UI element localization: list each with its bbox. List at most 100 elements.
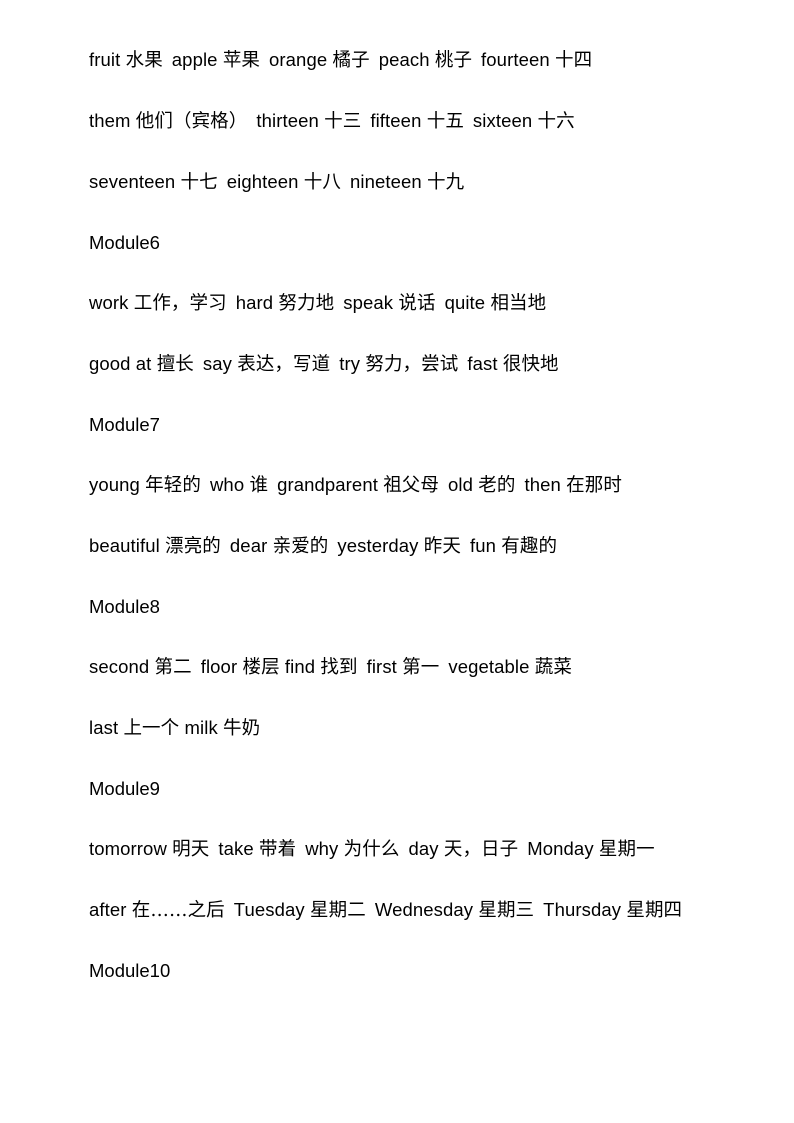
vocab-entry: nineteen 十九 — [349, 171, 465, 193]
entry-english: good at — [89, 353, 152, 374]
entry-chinese: 桃子 — [434, 50, 473, 71]
entry-english: quite — [444, 292, 486, 313]
vocab-entry: after 在……之后 — [89, 899, 225, 921]
vocab-entry: seventeen 十七 — [89, 171, 218, 193]
vocab-entry: young 年轻的 — [89, 474, 201, 496]
entry-chinese: 十七 — [180, 172, 218, 193]
entry-chinese: 十四 — [554, 50, 593, 71]
entry-english: vegetable — [448, 656, 530, 677]
entry-english: yesterday — [337, 535, 419, 556]
vocab-line: young 年轻的 who 谁 grandparent 祖父母 old 老的 then … — [48, 455, 756, 516]
vocab-line: work 工作，学习 hard 努力地 speak 说话 quite 相当地 — [48, 273, 756, 334]
vocab-entry: eighteen 十八 — [226, 171, 341, 193]
entry-chinese: 带着 — [258, 839, 297, 860]
entry-english: them — [89, 110, 131, 131]
vocab-entry: speak 说话 — [343, 292, 436, 314]
module-heading: Module10 — [48, 941, 756, 1001]
entry-english: why — [305, 838, 339, 859]
entry-chinese: 努力地 — [278, 293, 335, 314]
vocab-entry: try 努力，尝试 — [339, 353, 459, 375]
vocab-entry: fifteen 十五 — [370, 110, 464, 132]
vocab-entry: Thursday 星期四 — [543, 899, 683, 921]
entry-english: sixteen — [472, 110, 533, 131]
vocab-entry: first 第一 — [366, 656, 440, 678]
entry-english: then — [524, 474, 561, 495]
entry-english: find — [284, 656, 316, 677]
entry-chinese: 橘子 — [332, 50, 370, 71]
entry-english: first — [366, 656, 397, 677]
entry-chinese: 祖父母 — [383, 475, 440, 496]
vocab-entry: them 他们（宾格） — [89, 110, 248, 132]
entry-english: Monday — [527, 838, 594, 859]
entry-chinese: 说话 — [398, 293, 436, 314]
entry-english: beautiful — [89, 535, 160, 556]
entry-english: fun — [469, 535, 497, 556]
vocab-line: tomorrow 明天 take 带着 why 为什么 day 天，日子 Monday … — [48, 819, 756, 880]
entry-english: apple — [171, 49, 218, 70]
entry-chinese: 擅长 — [156, 354, 194, 375]
entry-chinese: 上一个 — [123, 718, 180, 739]
module-heading: Module8 — [48, 577, 756, 637]
module-heading-label: Module8 — [89, 596, 160, 617]
entry-english: fourteen — [481, 49, 550, 70]
vocab-line: beautiful 漂亮的 dear 亲爱的 yesterday 昨天 fun 有趣的 — [48, 516, 756, 577]
entry-chinese: 天，日子 — [443, 839, 519, 860]
entry-english: fast — [467, 353, 498, 374]
vocab-entry: quite 相当地 — [444, 292, 547, 314]
entry-chinese: 老的 — [478, 475, 516, 496]
vocab-entry: fun 有趣的 — [469, 535, 557, 557]
entry-chinese: 年轻的 — [145, 475, 201, 496]
vocab-entry: beautiful 漂亮的 — [89, 535, 221, 557]
entry-english: speak — [343, 292, 394, 313]
entry-english: thirteen — [256, 110, 319, 131]
entry-english: orange — [269, 49, 328, 70]
vocab-entry: good at 擅长 — [89, 353, 194, 375]
vocab-entry: take 带着 — [218, 838, 297, 860]
vocab-entry: milk 牛奶 — [184, 717, 261, 739]
entry-english: eighteen — [226, 171, 299, 192]
vocab-line: them 他们（宾格） thirteen 十三 fifteen 十五 sixteen … — [48, 91, 756, 152]
module-heading-label: Module10 — [89, 960, 171, 981]
vocab-entry: old 老的 — [448, 474, 516, 496]
entry-chinese: 昨天 — [423, 536, 461, 557]
vocab-entry: apple 苹果 — [171, 49, 261, 71]
module-heading: Module9 — [48, 759, 756, 819]
entry-chinese: 工作，学习 — [133, 293, 227, 314]
vocab-line: last 上一个 milk 牛奶 — [48, 698, 756, 759]
entry-english: fifteen — [370, 110, 422, 131]
entry-chinese: 星期四 — [626, 900, 683, 921]
vocab-line: good at 擅长 say 表达，写道 try 努力，尝试 fast 很快地 — [48, 334, 756, 395]
entry-chinese: 苹果 — [222, 50, 261, 71]
vocab-entry: who 谁 — [209, 474, 268, 496]
vocab-entry: day 天，日子 — [408, 838, 519, 860]
entry-english: floor — [200, 656, 238, 677]
vocab-entry: dear 亲爱的 — [230, 535, 329, 557]
vocab-entry: peach 桃子 — [378, 49, 473, 71]
entry-english: seventeen — [89, 171, 176, 192]
entry-english: peach — [378, 49, 430, 70]
module-heading-label: Module6 — [89, 232, 160, 253]
entry-english: milk — [184, 717, 218, 738]
entry-chinese: 十八 — [303, 172, 341, 193]
entry-english: fruit — [89, 49, 121, 70]
entry-chinese: 十九 — [427, 172, 465, 193]
vocab-line: after 在……之后 Tuesday 星期二 Wednesday 星期三 Thurs… — [48, 880, 756, 941]
entry-english: who — [209, 474, 245, 495]
entry-chinese: 蔬菜 — [534, 657, 572, 678]
entry-chinese: 第二 — [154, 657, 192, 678]
vocab-entry: tomorrow 明天 — [89, 838, 209, 860]
entry-chinese: 他们（宾格） — [135, 111, 248, 132]
vocab-entry: sixteen 十六 — [472, 110, 575, 132]
vocab-entry: Tuesday 星期二 — [233, 899, 366, 921]
entry-chinese: 表达，写道 — [237, 354, 331, 375]
vocab-line: fruit 水果 apple 苹果 orange 橘子 peach 桃子 fourtee… — [48, 30, 756, 91]
entry-english: old — [448, 474, 474, 495]
entry-english: nineteen — [349, 171, 422, 192]
vocab-entry: floor 楼层 — [200, 656, 280, 678]
vocab-entry: grandparent 祖父母 — [277, 474, 440, 496]
entry-english: hard — [235, 292, 274, 313]
entry-chinese: 第一 — [402, 657, 440, 678]
entry-english: Tuesday — [233, 899, 305, 920]
entry-chinese: 努力，尝试 — [365, 354, 459, 375]
entry-chinese: 在……之后 — [131, 900, 225, 921]
